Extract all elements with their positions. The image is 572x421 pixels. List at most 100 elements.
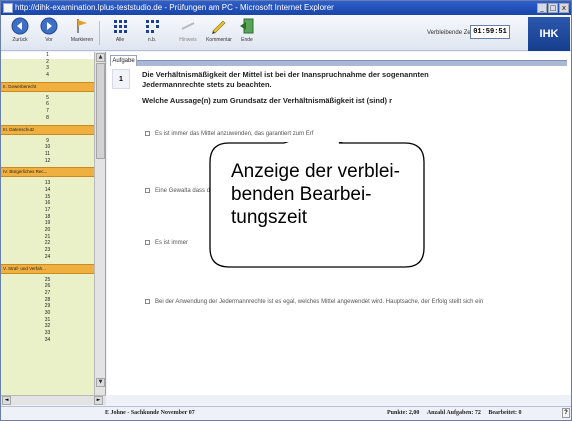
- tab-aufgabe[interactable]: Aufgabe: [110, 55, 137, 66]
- question-nav-item[interactable]: 20: [1, 227, 94, 234]
- question-nav-item[interactable]: 24: [1, 254, 94, 261]
- ihk-logo: IHK: [528, 17, 570, 51]
- question-text: Die Verhältnismäßigkeit der Mittel ist b…: [142, 70, 429, 89]
- question-nav-item[interactable]: 34: [1, 337, 94, 344]
- scroll-up-arrow-icon[interactable]: ▲: [96, 53, 105, 62]
- scroll-down-arrow-icon[interactable]: ▼: [96, 378, 105, 387]
- back-button[interactable]: Zurück: [5, 17, 35, 49]
- answer-option[interactable]: Bei der Anwendung der Jedermannrechte is…: [145, 298, 485, 306]
- question-nav-item[interactable]: 22: [1, 240, 94, 247]
- scroll-right-arrow-icon[interactable]: ►: [94, 396, 103, 405]
- exit-button[interactable]: Ende: [232, 17, 262, 49]
- option-text: Es ist immer das Mittel anzuwenden, das …: [155, 131, 314, 137]
- completed-count-label: Bearbeitet: 0: [488, 410, 522, 416]
- question-nav-item[interactable]: 26: [1, 283, 94, 290]
- question-nav-item[interactable]: 33: [1, 330, 94, 337]
- grid-icon: [114, 20, 127, 33]
- question-nav-item[interactable]: 5: [1, 95, 94, 102]
- back-arrow-icon: [11, 17, 29, 35]
- option-text: Bei der Anwendung der Jedermannrechte is…: [155, 299, 484, 305]
- question-list: 1 2 3 4 II. Gewerberecht 5 6 7 8 III. Datenschutz…: [1, 52, 94, 343]
- exam-toolbar: Zurück Vor Markieren Alle n.b. Hinweis K…: [1, 15, 571, 51]
- minimize-button[interactable]: _: [537, 3, 547, 13]
- question-nav-item[interactable]: 25: [1, 277, 94, 284]
- option-checkbox[interactable]: [145, 188, 150, 193]
- question-nav-item[interactable]: 19: [1, 220, 94, 227]
- hint-button[interactable]: Hinweis: [173, 17, 203, 49]
- question-nav-item[interactable]: 6: [1, 101, 94, 108]
- question-nav-item[interactable]: 16: [1, 200, 94, 207]
- section-header[interactable]: III. Datenschutz: [1, 124, 94, 135]
- option-checkbox[interactable]: [145, 299, 150, 304]
- question-nav-item[interactable]: 7: [1, 108, 94, 115]
- scroll-left-arrow-icon[interactable]: ◄: [2, 396, 11, 405]
- question-nav-item[interactable]: 3: [1, 65, 94, 72]
- back-label: Zurück: [12, 37, 28, 43]
- question-nav-item[interactable]: 21: [1, 234, 94, 241]
- section-header[interactable]: IV. Bürgerliches Rec...: [1, 167, 94, 178]
- section-header[interactable]: V. Straf- und Verfah...: [1, 263, 94, 274]
- ie-app-icon: [3, 3, 13, 13]
- pencil-icon: [212, 20, 226, 34]
- question-navigator: 1 2 3 4 II. Gewerberecht 5 6 7 8 III. Datenschutz…: [1, 52, 106, 395]
- option-checkbox[interactable]: [145, 131, 150, 136]
- maximize-button[interactable]: □: [548, 3, 558, 13]
- points-label: Punkte: 2,00: [387, 410, 420, 416]
- question-nav-item[interactable]: 10: [1, 144, 94, 151]
- question-nav-item[interactable]: 9: [1, 138, 94, 145]
- task-count-label: Anzahl Aufgaben: 72: [426, 410, 481, 416]
- flag-icon: [77, 19, 87, 33]
- unanswered-button[interactable]: n.b.: [137, 17, 167, 49]
- all-label: Alle: [115, 37, 125, 43]
- remaining-time-display: 01:59:51: [470, 25, 510, 39]
- scroll-thumb[interactable]: [96, 63, 105, 159]
- section-header[interactable]: II. Gewerberecht: [1, 81, 94, 92]
- question-nav-item[interactable]: 29: [1, 303, 94, 310]
- question-nav-item[interactable]: 8: [1, 115, 94, 122]
- help-button[interactable]: ?: [562, 408, 570, 418]
- mark-button[interactable]: Markieren: [67, 17, 97, 49]
- answer-option[interactable]: Es ist immer das Mittel anzuwenden, das …: [145, 130, 485, 138]
- question-nav-item[interactable]: 31: [1, 317, 94, 324]
- hint-icon: [181, 22, 195, 30]
- question-nav-item[interactable]: 11: [1, 151, 94, 158]
- exit-label: Ende: [241, 37, 253, 43]
- question-prompt: Welche Aussage(n) zum Grundsatz der Verh…: [142, 96, 393, 105]
- toolbar-separator: [99, 21, 100, 45]
- forward-arrow-icon: [40, 17, 58, 35]
- candidate-exam-label: E Johne - Sachkunde November 07: [105, 410, 195, 416]
- question-nav-item[interactable]: 1: [1, 52, 94, 59]
- close-button[interactable]: x: [559, 3, 569, 13]
- question-nav-item[interactable]: 13: [1, 180, 94, 187]
- all-questions-button[interactable]: Alle: [105, 17, 135, 49]
- forward-button[interactable]: Vor: [34, 17, 64, 49]
- question-nav-item[interactable]: 15: [1, 194, 94, 201]
- question-nav-item[interactable]: 2: [1, 59, 94, 66]
- question-number: 1: [112, 69, 130, 89]
- question-nav-item[interactable]: 4: [1, 72, 94, 79]
- callout-text: Anzeige der verblei-benden Bearbei-tungs…: [231, 161, 400, 228]
- question-nav-item[interactable]: 12: [1, 158, 94, 165]
- question-nav-item[interactable]: 27: [1, 290, 94, 297]
- exam-stats: Punkte: 2,00 Anzahl Aufgaben: 72 Bearbei…: [381, 410, 522, 416]
- exit-icon: [240, 18, 254, 34]
- navigator-scrollbar[interactable]: ▲ ▼: [94, 52, 105, 395]
- question-nav-item[interactable]: 32: [1, 323, 94, 330]
- window-title: http://dihk-examination.lplus-teststudio…: [15, 3, 334, 12]
- hint-label: Hinweis: [179, 37, 197, 43]
- title-bar: http://dihk-examination.lplus-teststudio…: [1, 1, 571, 15]
- status-bar: E Johne - Sachkunde November 07 Punkte: …: [1, 406, 571, 420]
- question-nav-item[interactable]: 14: [1, 187, 94, 194]
- unanswered-label: n.b.: [147, 37, 157, 43]
- question-nav-item[interactable]: 23: [1, 247, 94, 254]
- tab-strip: [137, 60, 567, 66]
- comment-button[interactable]: Kommentar: [204, 17, 234, 49]
- navigator-horizontal-scrollbar[interactable]: ◄ ►: [1, 395, 106, 405]
- question-nav-item[interactable]: 18: [1, 214, 94, 221]
- question-nav-item[interactable]: 28: [1, 297, 94, 304]
- browser-window: http://dihk-examination.lplus-teststudio…: [0, 0, 572, 421]
- question-nav-item[interactable]: 30: [1, 310, 94, 317]
- question-nav-item[interactable]: 17: [1, 207, 94, 214]
- mark-label: Markieren: [70, 37, 94, 43]
- option-checkbox[interactable]: [145, 240, 150, 245]
